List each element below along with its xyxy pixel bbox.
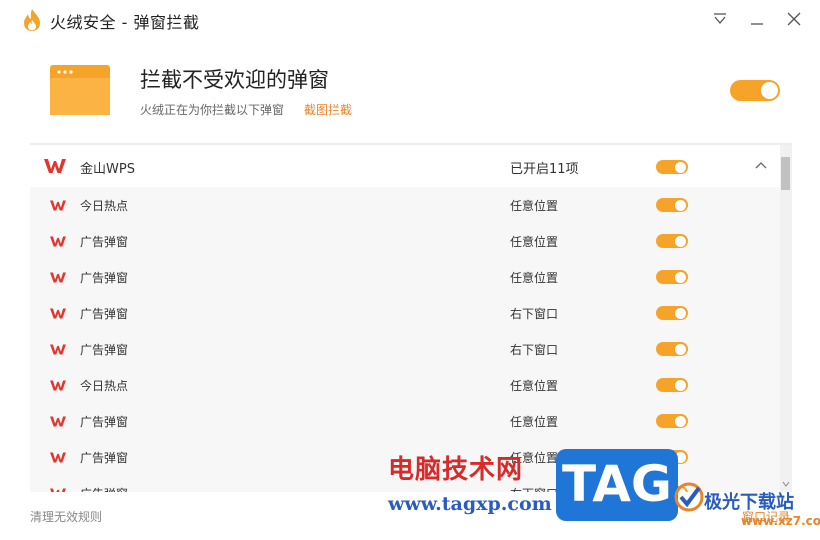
wps-logo-icon	[50, 344, 66, 355]
title-bar: 火绒安全 - 弹窗拦截	[0, 0, 820, 40]
minimize-icon[interactable]	[747, 9, 767, 29]
rule-position: 任意位置	[510, 379, 559, 393]
huorong-flame-icon	[24, 9, 40, 31]
toggle-knob	[675, 415, 686, 427]
clear-invalid-rules-link[interactable]: 清理无效规则	[30, 508, 102, 525]
rule-name: 广告弹窗	[80, 307, 129, 321]
rule-toggle[interactable]	[656, 414, 688, 428]
rule-toggle[interactable]	[656, 198, 688, 212]
rule-toggle[interactable]	[656, 342, 688, 356]
toggle-knob	[675, 307, 686, 319]
rule-position: 右下窗口	[510, 343, 559, 357]
rule-position: 任意位置	[510, 235, 559, 249]
popup-rule-list: 金山WPS 已开启11项 今日热点 任意位置 广告弹窗 任意位置 广告弹窗 任意位置 广告弹…	[30, 143, 792, 492]
toggle-knob	[675, 161, 686, 173]
rule-position: 右下窗口	[510, 307, 559, 321]
toggle-knob	[761, 82, 778, 99]
master-toggle[interactable]	[730, 80, 780, 101]
rule-row[interactable]: 广告弹窗 任意位置	[30, 259, 780, 295]
toggle-knob	[675, 343, 686, 355]
group-name: 金山WPS	[80, 162, 135, 177]
rule-toggle[interactable]	[656, 378, 688, 392]
wps-logo-icon	[50, 452, 66, 463]
rule-toggle[interactable]	[656, 270, 688, 284]
rule-row[interactable]: 今日热点 任意位置	[30, 187, 780, 223]
rule-name: 广告弹窗	[80, 451, 129, 465]
rule-row[interactable]: 广告弹窗 任意位置	[30, 403, 780, 439]
toggle-knob	[675, 235, 686, 247]
rule-name: 今日热点	[80, 379, 129, 393]
rule-row[interactable]: 今日热点 任意位置	[30, 367, 780, 403]
wps-logo-icon	[50, 236, 66, 247]
rule-name: 广告弹窗	[80, 271, 129, 285]
rule-position: 任意位置	[510, 271, 559, 285]
watermark-site-name: 电脑技术网	[388, 455, 524, 485]
rule-name: 广告弹窗	[80, 235, 129, 249]
popup-window-icon	[50, 65, 110, 115]
rule-name: 广告弹窗	[80, 415, 129, 429]
aurora-logo-icon	[674, 482, 704, 512]
rule-row[interactable]: 广告弹窗 右下窗口	[30, 331, 780, 367]
rule-row[interactable]: 广告弹窗 右下窗口	[30, 295, 780, 331]
rule-name: 广告弹窗	[80, 485, 128, 492]
toggle-knob	[675, 199, 686, 211]
rule-row[interactable]: 广告弹窗 任意位置	[30, 223, 780, 259]
toggle-knob	[675, 379, 686, 391]
rule-position: 任意位置	[510, 415, 559, 429]
wps-logo-icon	[50, 416, 66, 427]
toggle-knob	[675, 271, 686, 283]
wps-logo-icon	[50, 308, 66, 319]
window-title: 火绒安全 - 弹窗拦截	[50, 13, 200, 32]
wps-logo-icon	[44, 159, 66, 173]
rule-position: 任意位置	[510, 199, 559, 213]
group-row-wps[interactable]: 金山WPS 已开启11项	[30, 145, 780, 187]
watermark-tag-logo: TAG	[556, 449, 678, 521]
page-title: 拦截不受欢迎的弹窗	[140, 68, 329, 92]
watermark-xz-url: www.xz7.com	[741, 514, 820, 528]
watermark-tag-text: TAG	[562, 455, 672, 513]
wps-logo-icon	[50, 380, 66, 391]
rule-toggle[interactable]	[656, 306, 688, 320]
close-icon[interactable]	[784, 9, 804, 29]
rule-position: 右下窗口	[510, 485, 558, 492]
group-status: 已开启11项	[510, 162, 579, 177]
wps-logo-icon	[50, 272, 66, 283]
watermark-site-url: www.tagxp.com	[388, 493, 552, 515]
scrollbar[interactable]	[780, 145, 792, 492]
rule-toggle[interactable]	[656, 234, 688, 248]
popup-block-window: 火绒安全 - 弹窗拦截 拦截不受欢迎的弹窗 火绒正在为你拦截以下弹窗 截图拦截 …	[0, 0, 820, 540]
rule-name: 广告弹窗	[80, 343, 129, 357]
wps-logo-icon	[50, 200, 66, 211]
scrollbar-thumb[interactable]	[781, 157, 790, 190]
watermark-xz-name: 极光下载站	[704, 492, 794, 513]
group-toggle[interactable]	[656, 160, 688, 174]
wps-logo-icon	[50, 488, 66, 492]
chevron-up-icon[interactable]	[754, 159, 768, 171]
screenshot-block-link[interactable]: 截图拦截	[304, 101, 352, 118]
rule-name: 今日热点	[80, 199, 129, 213]
menu-dropdown-icon[interactable]	[710, 9, 730, 29]
page-subtitle: 火绒正在为你拦截以下弹窗	[140, 103, 285, 117]
